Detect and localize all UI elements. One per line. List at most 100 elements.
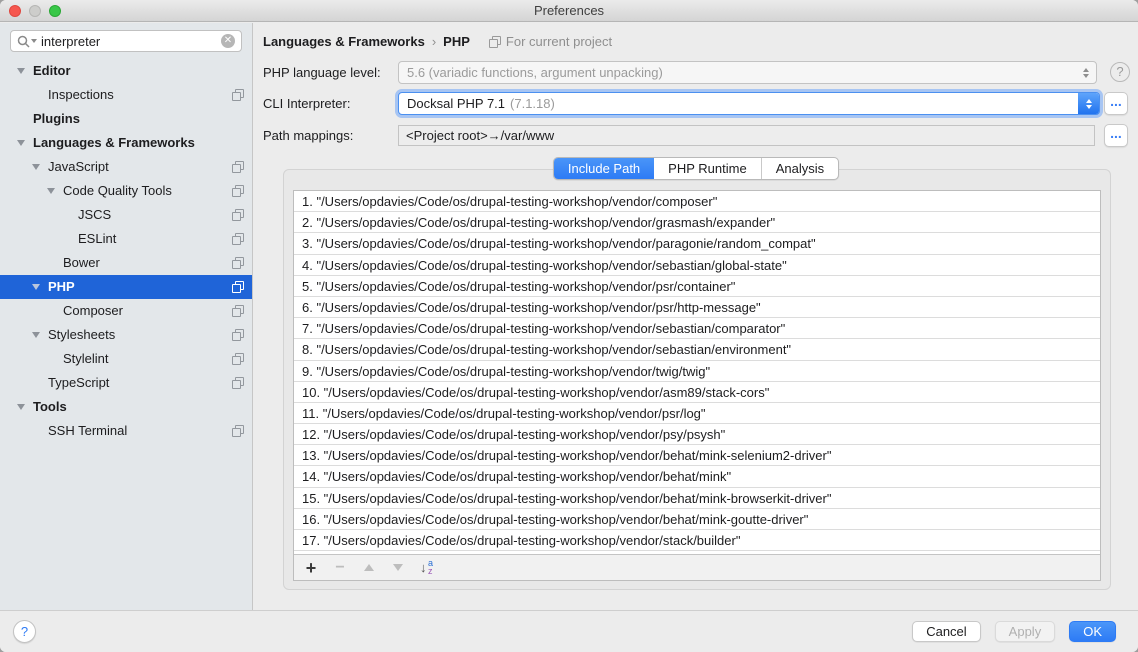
sidebar-item-typescript[interactable]: TypeScript xyxy=(0,371,252,395)
settings-search-field[interactable]: interpreter ✕ xyxy=(10,30,242,52)
cli-interpreter-version: (7.1.18) xyxy=(510,96,555,111)
search-input[interactable]: interpreter xyxy=(41,34,221,49)
include-path-row[interactable]: 3. "/Users/opdavies/Code/os/drupal-testi… xyxy=(294,233,1100,254)
path-mappings-field[interactable]: <Project root>→/var/www xyxy=(398,125,1095,146)
path-mappings-browse-button[interactable]: ... xyxy=(1104,124,1128,147)
sidebar-item-label: Tools xyxy=(33,395,67,419)
clear-search-icon[interactable]: ✕ xyxy=(221,34,235,48)
cli-interpreter-select[interactable]: Docksal PHP 7.1 (7.1.18) xyxy=(398,92,1100,115)
close-window-button[interactable] xyxy=(9,5,21,17)
minimize-window-button[interactable] xyxy=(29,5,41,17)
include-path-row[interactable]: 7. "/Users/opdavies/Code/os/drupal-testi… xyxy=(294,318,1100,339)
list-toolbar: +− ↓az xyxy=(294,554,1100,580)
sidebar-item-label: Inspections xyxy=(48,83,114,107)
settings-sidebar: interpreter ✕ EditorInspectionsPluginsLa… xyxy=(0,23,253,610)
search-result-icon xyxy=(232,353,244,365)
include-path-row[interactable]: 6. "/Users/opdavies/Code/os/drupal-testi… xyxy=(294,297,1100,318)
cli-interpreter-row: CLI Interpreter: Docksal PHP 7.1 (7.1.18… xyxy=(254,92,1138,116)
sidebar-item-composer[interactable]: Composer xyxy=(0,299,252,323)
ok-button[interactable]: OK xyxy=(1069,621,1116,642)
search-result-icon xyxy=(232,377,244,389)
remove-button: − xyxy=(333,560,347,576)
include-path-row[interactable]: 4. "/Users/opdavies/Code/os/drupal-testi… xyxy=(294,255,1100,276)
php-language-level-label: PHP language level: xyxy=(263,61,381,85)
sidebar-item-plugins[interactable]: Plugins xyxy=(0,107,252,131)
sidebar-item-bower[interactable]: Bower xyxy=(0,251,252,275)
sidebar-item-editor[interactable]: Editor xyxy=(0,59,252,83)
expand-arrow-icon[interactable] xyxy=(17,140,25,146)
window-title: Preferences xyxy=(0,0,1138,22)
sidebar-item-eslint[interactable]: ESLint xyxy=(0,227,252,251)
sidebar-item-label: Plugins xyxy=(33,107,80,131)
expand-arrow-icon[interactable] xyxy=(17,404,25,410)
current-project-icon xyxy=(489,36,501,48)
php-language-level-select[interactable]: 5.6 (variadic functions, argument unpack… xyxy=(398,61,1097,84)
path-mappings-value: <Project root>→/var/www xyxy=(406,128,554,143)
include-path-row[interactable]: 2. "/Users/opdavies/Code/os/drupal-testi… xyxy=(294,212,1100,233)
search-result-icon xyxy=(232,233,244,245)
include-path-row[interactable]: 9. "/Users/opdavies/Code/os/drupal-testi… xyxy=(294,361,1100,382)
tab-include-path[interactable]: Include Path xyxy=(554,158,654,179)
sidebar-item-javascript[interactable]: JavaScript xyxy=(0,155,252,179)
include-path-row[interactable]: 5. "/Users/opdavies/Code/os/drupal-testi… xyxy=(294,276,1100,297)
expand-arrow-icon[interactable] xyxy=(17,68,25,74)
help-icon[interactable]: ? xyxy=(1110,62,1130,82)
sidebar-item-languages-frameworks[interactable]: Languages & Frameworks xyxy=(0,131,252,155)
include-path-rows: 1. "/Users/opdavies/Code/os/drupal-testi… xyxy=(294,191,1100,554)
include-path-row[interactable]: 12. "/Users/opdavies/Code/os/drupal-test… xyxy=(294,424,1100,445)
cancel-button[interactable]: Cancel xyxy=(912,621,980,642)
include-path-list: 1. "/Users/opdavies/Code/os/drupal-testi… xyxy=(293,190,1101,581)
expand-arrow-icon[interactable] xyxy=(47,188,55,194)
scope-indicator: For current project xyxy=(489,34,612,49)
search-result-icon xyxy=(232,305,244,317)
include-path-row[interactable]: 14. "/Users/opdavies/Code/os/drupal-test… xyxy=(294,466,1100,487)
search-icon xyxy=(17,35,37,48)
dialog-buttons: Cancel Apply OK xyxy=(912,621,1116,642)
sidebar-item-tools[interactable]: Tools xyxy=(0,395,252,419)
apply-button[interactable]: Apply xyxy=(995,621,1056,642)
scope-label: For current project xyxy=(506,34,612,49)
search-result-icon xyxy=(232,185,244,197)
php-language-level-row: PHP language level: 5.6 (variadic functi… xyxy=(254,61,1138,85)
include-path-row[interactable]: 10. "/Users/opdavies/Code/os/drupal-test… xyxy=(294,382,1100,403)
chevron-updown-icon[interactable] xyxy=(1078,93,1099,114)
breadcrumb-parent[interactable]: Languages & Frameworks xyxy=(263,34,425,49)
include-path-row[interactable]: 15. "/Users/opdavies/Code/os/drupal-test… xyxy=(294,488,1100,509)
sort-alphabetically-button[interactable]: ↓az xyxy=(420,560,436,576)
sidebar-item-code-quality-tools[interactable]: Code Quality Tools xyxy=(0,179,252,203)
include-path-row[interactable]: 13. "/Users/opdavies/Code/os/drupal-test… xyxy=(294,445,1100,466)
include-path-row[interactable]: 1. "/Users/opdavies/Code/os/drupal-testi… xyxy=(294,191,1100,212)
sidebar-item-stylesheets[interactable]: Stylesheets xyxy=(0,323,252,347)
help-button[interactable]: ? xyxy=(13,620,36,643)
move-up-button xyxy=(362,560,376,576)
path-mappings-row: Path mappings: <Project root>→/var/www .… xyxy=(254,124,1138,148)
sidebar-item-inspections[interactable]: Inspections xyxy=(0,83,252,107)
tab-analysis[interactable]: Analysis xyxy=(761,158,838,179)
cli-interpreter-browse-button[interactable]: ... xyxy=(1104,92,1128,115)
expand-arrow-icon[interactable] xyxy=(32,164,40,170)
sidebar-item-label: Editor xyxy=(33,59,71,83)
php-settings-tabs: Include PathPHP RuntimeAnalysis xyxy=(254,157,1138,180)
dialog-footer: ? Cancel Apply OK xyxy=(0,610,1138,652)
php-language-level-value: 5.6 (variadic functions, argument unpack… xyxy=(407,65,663,80)
include-path-row[interactable]: 16. "/Users/opdavies/Code/os/drupal-test… xyxy=(294,509,1100,530)
sidebar-item-label: JavaScript xyxy=(48,155,109,179)
add-button[interactable]: + xyxy=(304,560,318,576)
search-options-chevron-icon[interactable] xyxy=(31,39,37,43)
include-path-row[interactable]: 17. "/Users/opdavies/Code/os/drupal-test… xyxy=(294,530,1100,551)
tab-set: Include PathPHP RuntimeAnalysis xyxy=(553,157,839,180)
sidebar-item-label: ESLint xyxy=(78,227,116,251)
tab-php-runtime[interactable]: PHP Runtime xyxy=(654,158,761,179)
sidebar-item-php[interactable]: PHP xyxy=(0,275,252,299)
sidebar-item-stylelint[interactable]: Stylelint xyxy=(0,347,252,371)
include-path-row[interactable]: 11. "/Users/opdavies/Code/os/drupal-test… xyxy=(294,403,1100,424)
expand-arrow-icon[interactable] xyxy=(32,284,40,290)
php-settings-content: Languages & Frameworks › PHP For current… xyxy=(254,23,1138,610)
zoom-window-button[interactable] xyxy=(49,5,61,17)
expand-arrow-icon[interactable] xyxy=(32,332,40,338)
include-path-row[interactable]: 8. "/Users/opdavies/Code/os/drupal-testi… xyxy=(294,339,1100,360)
sidebar-item-label: TypeScript xyxy=(48,371,109,395)
sidebar-item-label: Stylelint xyxy=(63,347,109,371)
sidebar-item-jscs[interactable]: JSCS xyxy=(0,203,252,227)
sidebar-item-ssh-terminal[interactable]: SSH Terminal xyxy=(0,419,252,443)
